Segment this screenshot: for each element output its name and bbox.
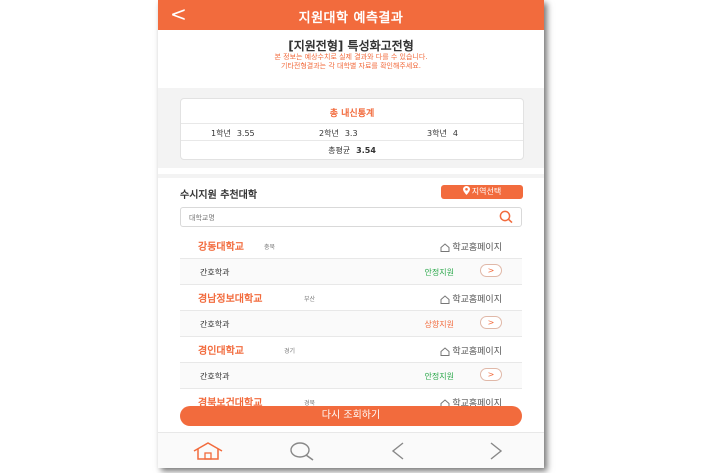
search-icon[interactable]: [498, 210, 514, 224]
homepage-label: 학교홈페이지: [452, 243, 502, 253]
department-name: 간호학과: [200, 268, 230, 277]
university-region: 충북: [264, 244, 276, 251]
university-name[interactable]: 강동대학교: [198, 238, 244, 253]
page-title: 지원대학 예측결과: [298, 11, 404, 26]
summary-title: 총 내신통계: [329, 109, 375, 119]
region-select-label: 지역선택: [471, 187, 502, 196]
home-icon: [440, 347, 450, 356]
search-bar: [180, 207, 522, 227]
average-label: 총평균: [328, 146, 351, 155]
recommended-univ-title: 수시지원 추천대학: [180, 190, 258, 201]
summary-divider-bottom: [181, 140, 523, 141]
overall-average: 총평균 3.54: [181, 145, 523, 156]
grade-year-3: 3학년 4: [427, 128, 458, 139]
grade-year-2: 2학년 3.3: [319, 128, 358, 139]
section-separator: [158, 174, 544, 178]
department-detail-button[interactable]: >: [480, 368, 502, 381]
department-detail-button[interactable]: >: [480, 264, 502, 277]
admission-type-heading: [지원전형] 특성화고전형: [288, 39, 414, 53]
university-name[interactable]: 경남정보대학교: [198, 290, 262, 305]
university-row: 경남정보대학교 부산 학교홈페이지: [180, 285, 522, 311]
region-select-button[interactable]: 지역선택: [441, 185, 523, 199]
grade-value: 3.3: [344, 129, 358, 138]
university-row: 경인대학교 경기 학교홈페이지: [180, 337, 522, 363]
support-status: 상향지원: [424, 320, 454, 329]
support-status: 안정지원: [424, 372, 454, 381]
department-row: 간호학과 안정지원 >: [180, 363, 522, 389]
home-icon[interactable]: [191, 441, 225, 461]
university-row: 강동대학교 충북 학교홈페이지: [180, 233, 522, 259]
grade-summary-card: 총 내신통계 1학년 3.55 2학년 3.3 3학년 4 총평균 3.54: [180, 98, 524, 160]
homepage-link[interactable]: 학교홈페이지: [440, 240, 502, 253]
requery-button[interactable]: 다시 조회하기: [180, 406, 522, 426]
search-input[interactable]: [189, 211, 479, 224]
grade-label: 1학년: [211, 129, 231, 138]
app-screen: < 지원대학 예측결과 [지원전형] 특성화고전형 본 정보는 예상수치로 실제…: [158, 0, 544, 468]
next-icon[interactable]: [488, 441, 504, 461]
homepage-link[interactable]: 학교홈페이지: [440, 292, 502, 305]
search-icon[interactable]: [288, 441, 316, 461]
prev-icon[interactable]: [390, 441, 406, 461]
support-status: 안정지원: [424, 268, 454, 277]
homepage-label: 학교홈페이지: [452, 347, 502, 357]
grade-value: 3.55: [236, 129, 255, 138]
grade-label: 2학년: [319, 129, 339, 138]
department-name: 간호학과: [200, 320, 230, 329]
average-value: 3.54: [356, 146, 376, 155]
notice-line-1: 본 정보는 예상수치로 실제 결과와 다를 수 있습니다.: [274, 53, 428, 61]
summary-divider-top: [181, 123, 523, 124]
grade-value: 4: [452, 129, 458, 138]
homepage-label: 학교홈페이지: [452, 295, 502, 305]
app-header: < 지원대학 예측결과: [158, 0, 544, 30]
homepage-link[interactable]: 학교홈페이지: [440, 344, 502, 357]
notice-text: 본 정보는 예상수치로 실제 결과와 다를 수 있습니다. 기타전형결과는 각 …: [158, 53, 544, 71]
department-name: 간호학과: [200, 372, 230, 381]
grade-year-1: 1학년 3.55: [211, 128, 255, 139]
university-region: 경기: [284, 348, 296, 355]
bottom-navigation: [158, 432, 544, 468]
home-icon: [440, 243, 450, 252]
university-name[interactable]: 경인대학교: [198, 342, 244, 357]
grade-label: 3학년: [427, 129, 447, 138]
department-row: 간호학과 안정지원 >: [180, 259, 522, 285]
home-icon: [440, 295, 450, 304]
department-detail-button[interactable]: >: [480, 316, 502, 329]
notice-line-2: 기타전형결과는 각 대학별 자료를 확인해주세요.: [281, 62, 421, 70]
university-region: 부산: [304, 296, 316, 303]
department-row: 간호학과 상향지원 >: [180, 311, 522, 337]
location-pin-icon: [462, 186, 470, 195]
